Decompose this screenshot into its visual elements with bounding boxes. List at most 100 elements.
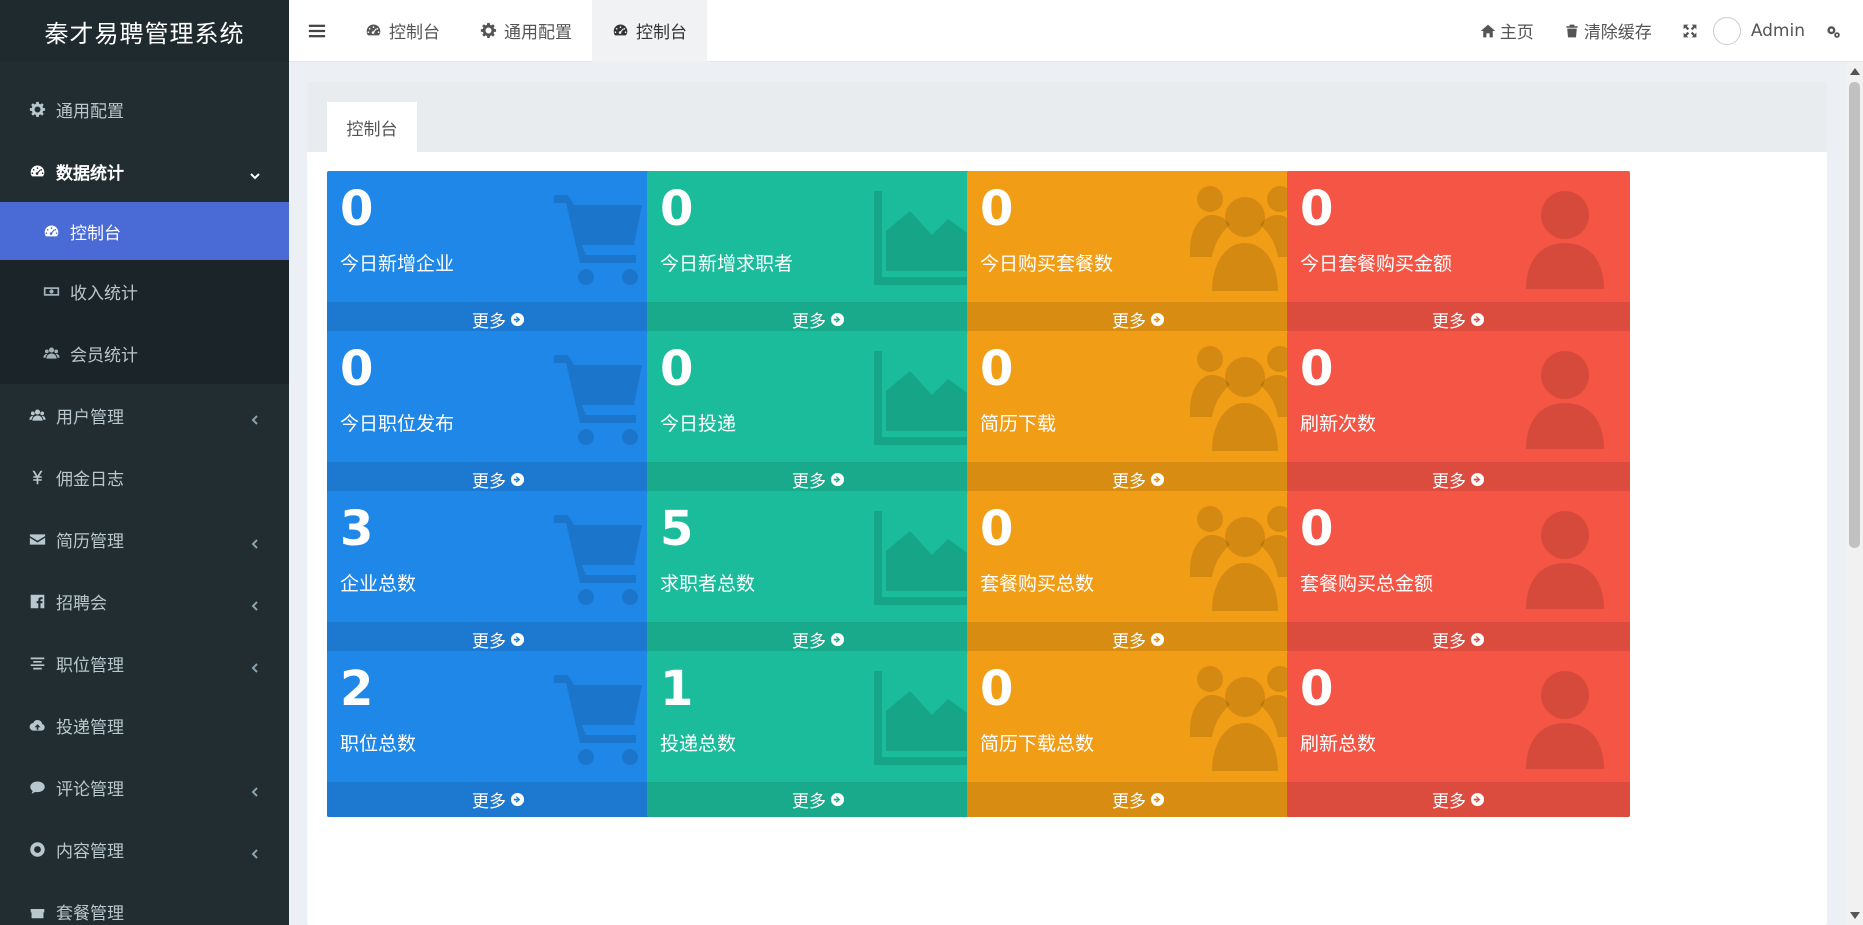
scroll-thumb[interactable] — [1849, 82, 1860, 548]
stat-value: 0 — [980, 501, 1014, 557]
fullscreen-button[interactable] — [1667, 0, 1713, 62]
header-tab-2[interactable]: 控制台 — [592, 0, 707, 62]
header-tabs: 控制台 通用配置 控制台 — [345, 0, 707, 62]
sidebar-item-9[interactable]: 职位管理 — [0, 632, 289, 694]
more-label: 更多 — [1112, 632, 1146, 652]
sidebar-item-label: 简历管理 — [56, 531, 124, 552]
home-link[interactable]: 主页 — [1465, 0, 1549, 62]
stat-card: 0 简历下载总数 更多 — [967, 651, 1310, 817]
header-tab-0[interactable]: 控制台 — [345, 0, 460, 62]
more-label: 更多 — [792, 472, 826, 492]
home-icon — [1480, 24, 1496, 37]
user-icon — [1510, 505, 1620, 615]
arrow-circle-right-icon — [1150, 312, 1165, 327]
arrow-circle-right-icon — [1470, 312, 1485, 327]
header-right: 主页 清除缓存 Admin — [1465, 0, 1863, 62]
sidebar-item-3[interactable]: 收入统计 — [0, 260, 289, 322]
sidebar-item-11[interactable]: 评论管理 — [0, 756, 289, 818]
scroll-down-arrow[interactable] — [1850, 912, 1860, 919]
stat-card: 0 套餐购买总金额 更多 — [1287, 491, 1630, 657]
gear-icon — [28, 100, 46, 118]
dashboard-icon — [28, 162, 46, 180]
stat-value: 2 — [340, 661, 374, 717]
stat-label: 套餐购买总数 — [980, 573, 1095, 595]
header-tab-label: 控制台 — [636, 23, 687, 43]
menu-toggle-button[interactable] — [289, 0, 345, 62]
sidebar-item-5[interactable]: 用户管理 — [0, 384, 289, 446]
clear-cache-button[interactable]: 清除缓存 — [1549, 0, 1667, 62]
sidebar-item-7[interactable]: 简历管理 — [0, 508, 289, 570]
facebook-square-icon — [28, 592, 46, 610]
more-label: 更多 — [1112, 472, 1146, 492]
header-tab-1[interactable]: 通用配置 — [460, 0, 592, 62]
yen-icon — [28, 468, 46, 486]
stat-value: 0 — [1300, 501, 1334, 557]
stat-value: 3 — [340, 501, 374, 557]
settings-button[interactable] — [1825, 0, 1863, 62]
more-link[interactable]: 更多 — [1287, 782, 1630, 817]
arrow-circle-right-icon — [830, 792, 845, 807]
stat-value: 0 — [1300, 661, 1334, 717]
clear-cache-label: 清除缓存 — [1583, 23, 1652, 43]
stat-card: 0 简历下载 更多 — [967, 331, 1310, 497]
tab-dashboard[interactable]: 控制台 — [327, 102, 417, 152]
user-name[interactable]: Admin — [1751, 21, 1825, 41]
arrow-circle-right-icon — [510, 472, 525, 487]
chevron-left-icon — [249, 535, 263, 549]
stat-card: 0 今日新增求职者 更多 — [647, 171, 990, 337]
comment-icon — [28, 778, 46, 796]
arrow-circle-right-icon — [1150, 632, 1165, 647]
stat-value: 0 — [340, 341, 374, 397]
more-label: 更多 — [1112, 312, 1146, 332]
stat-card: 0 今日新增企业 更多 — [327, 171, 670, 337]
stat-label: 投递总数 — [660, 733, 737, 755]
stat-value: 0 — [660, 181, 694, 237]
sidebar-item-10[interactable]: 投递管理 — [0, 694, 289, 756]
sidebar-item-label: 数据统计 — [56, 163, 124, 184]
home-label: 主页 — [1499, 23, 1534, 43]
stat-label: 求职者总数 — [660, 573, 756, 595]
chevron-left-icon — [249, 411, 263, 425]
stat-label: 今日投递 — [660, 413, 737, 435]
more-label: 更多 — [472, 632, 506, 652]
page-scrollbar[interactable] — [1846, 62, 1863, 925]
trash-icon — [1566, 24, 1578, 37]
stat-label: 刷新次数 — [1300, 413, 1377, 435]
sidebar-item-label: 用户管理 — [56, 407, 124, 428]
stat-value: 0 — [980, 661, 1014, 717]
stat-value: 5 — [660, 501, 694, 557]
stat-card: 0 今日投递 更多 — [647, 331, 990, 497]
arrow-circle-right-icon — [1150, 472, 1165, 487]
header-tab-label: 通用配置 — [504, 23, 572, 43]
arrow-circle-right-icon — [1470, 792, 1485, 807]
sidebar-item-label: 评论管理 — [56, 779, 124, 800]
more-link[interactable]: 更多 — [327, 782, 670, 817]
stat-card: 2 职位总数 更多 — [327, 651, 670, 817]
stat-card: 0 今日购买套餐数 更多 — [967, 171, 1310, 337]
sidebar-item-2[interactable]: 控制台 — [0, 202, 289, 260]
more-link[interactable]: 更多 — [967, 782, 1310, 817]
sidebar-item-12[interactable]: 内容管理 — [0, 818, 289, 880]
shopping-cart-icon — [550, 665, 660, 775]
stat-value: 0 — [1300, 341, 1334, 397]
area-chart-icon — [870, 185, 980, 295]
sidebar-item-6[interactable]: 佣金日志 — [0, 446, 289, 508]
sidebar-item-0[interactable]: 通用配置 — [0, 78, 289, 140]
more-label: 更多 — [472, 472, 506, 492]
chevron-left-icon — [249, 845, 263, 859]
hamburger-icon — [308, 24, 326, 37]
scroll-up-arrow[interactable] — [1850, 68, 1860, 75]
sidebar-item-4[interactable]: 会员统计 — [0, 322, 289, 384]
users-icon — [1190, 185, 1300, 295]
avatar[interactable] — [1712, 16, 1741, 45]
sidebar-item-13[interactable]: 套餐管理 — [0, 880, 289, 925]
stat-label: 简历下载 — [980, 413, 1057, 435]
cloud-upload-icon — [28, 716, 46, 734]
sidebar-item-1[interactable]: 数据统计 — [0, 140, 289, 202]
gear-icon — [480, 22, 497, 38]
more-link[interactable]: 更多 — [647, 782, 990, 817]
more-label: 更多 — [1112, 792, 1146, 812]
sidebar-item-label: 会员统计 — [70, 345, 138, 366]
sidebar-item-8[interactable]: 招聘会 — [0, 570, 289, 632]
content-tab-bar: 控制台 — [307, 82, 1827, 152]
